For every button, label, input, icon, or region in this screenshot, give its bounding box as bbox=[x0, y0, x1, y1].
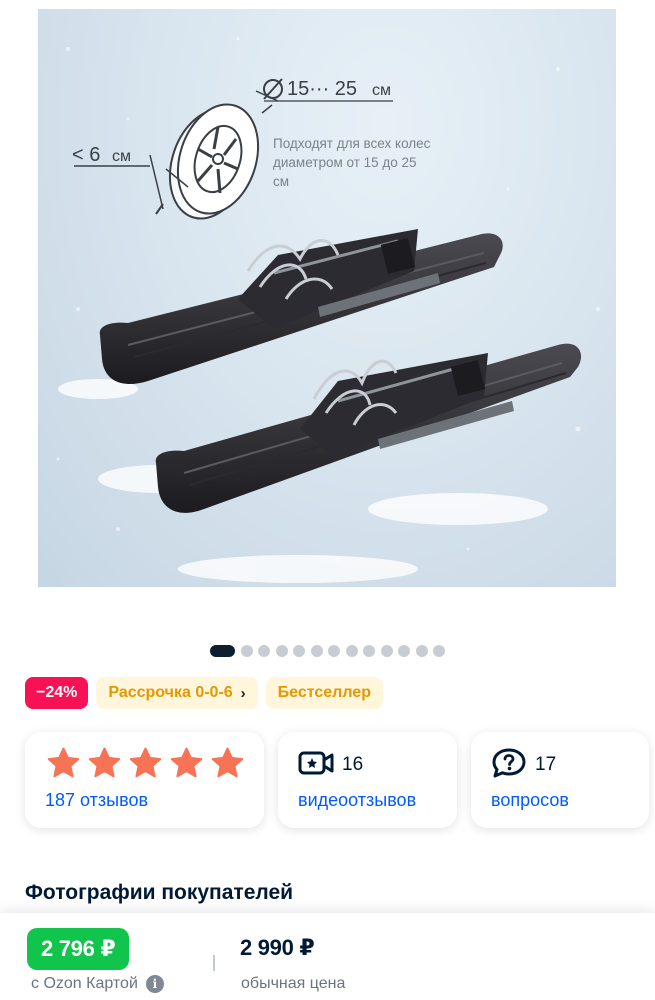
ozon-card-caption: с Ozon Картой i bbox=[31, 975, 164, 993]
reviews-card[interactable]: 187 отзывов bbox=[25, 732, 264, 828]
star-icon bbox=[88, 747, 121, 783]
gallery-pagination[interactable] bbox=[0, 645, 655, 657]
question-bubble-icon bbox=[491, 747, 527, 784]
video-review-count: 16 bbox=[342, 754, 364, 775]
star-icon bbox=[211, 747, 244, 783]
video-reviews-card[interactable]: 16 видеоотзывов bbox=[278, 732, 457, 828]
chevron-right-icon: › bbox=[240, 684, 246, 702]
questions-card[interactable]: 17 вопросов bbox=[471, 732, 649, 828]
regular-price-label: обычная цена bbox=[241, 975, 346, 992]
gallery-dot[interactable] bbox=[258, 645, 270, 657]
fit-caption-line2: диаметром от 15 до 25 bbox=[273, 155, 417, 170]
star-icon bbox=[47, 747, 80, 783]
discount-label: −24% bbox=[36, 684, 78, 701]
discount-badge: −24% bbox=[25, 677, 89, 709]
regular-price: 2 990 ₽ bbox=[240, 935, 315, 960]
question-count: 17 bbox=[535, 754, 557, 775]
fit-caption-line1: Подходят для всех колес bbox=[273, 136, 431, 151]
bestseller-label: Бестселлер bbox=[277, 684, 371, 701]
diameter-unit: см bbox=[372, 82, 391, 99]
gallery-dot[interactable] bbox=[275, 645, 288, 657]
star-icon bbox=[170, 747, 203, 783]
product-photo[interactable]: 15··· 25 см < 6 см Подходят для всех кол… bbox=[38, 9, 616, 587]
video-reviews-link[interactable]: видеоотзывов bbox=[298, 790, 437, 811]
bestseller-badge: Бестселлер bbox=[265, 677, 383, 709]
rating-stars bbox=[47, 747, 244, 783]
gallery-dot[interactable] bbox=[380, 645, 393, 657]
gallery-dot[interactable] bbox=[328, 645, 340, 657]
gallery-dot[interactable] bbox=[363, 645, 375, 657]
installment-label: Рассрочка 0-0-6 bbox=[108, 684, 233, 701]
gallery-dot[interactable] bbox=[345, 645, 358, 657]
star-icon bbox=[129, 747, 162, 783]
feedback-cards: 187 отзывов 16 видеоотзывов 17 вопросов bbox=[25, 732, 649, 828]
badges-row: −24% Рассрочка 0-0-6 › Бестселлер bbox=[25, 677, 383, 709]
installment-badge[interactable]: Рассрочка 0-0-6 › bbox=[96, 677, 258, 709]
gallery-dot[interactable] bbox=[210, 645, 235, 657]
ski-bottom bbox=[155, 343, 582, 513]
buyer-photos-title: Фотографии покупателей bbox=[25, 881, 294, 904]
gallery-dot[interactable] bbox=[240, 645, 253, 657]
gallery-dot[interactable] bbox=[433, 645, 445, 657]
reviews-link[interactable]: 187 отзывов bbox=[45, 790, 244, 811]
diameter-label: 15··· 25 bbox=[287, 78, 357, 100]
questions-link[interactable]: вопросов bbox=[491, 790, 629, 811]
gallery-dot[interactable] bbox=[415, 645, 428, 657]
ozon-card-label: с Ozon Картой bbox=[31, 975, 138, 992]
gallery-dot[interactable] bbox=[310, 645, 323, 657]
price-divider bbox=[213, 955, 215, 971]
gallery-dot[interactable] bbox=[293, 645, 305, 657]
width-label: < 6 bbox=[72, 144, 100, 166]
price-bar: 2 796 ₽ с Ozon Картой i 2 990 ₽ обычная … bbox=[0, 913, 655, 1000]
gallery-dot[interactable] bbox=[398, 645, 410, 657]
width-unit: см bbox=[112, 148, 131, 165]
product-illustration: 15··· 25 см < 6 см Подходят для всех кол… bbox=[56, 37, 600, 583]
fit-caption-line3: см bbox=[273, 174, 289, 189]
ski-top bbox=[99, 229, 503, 385]
ozon-card-price[interactable]: 2 796 ₽ bbox=[27, 928, 130, 970]
video-review-icon bbox=[298, 748, 334, 783]
info-icon[interactable]: i bbox=[145, 975, 164, 993]
